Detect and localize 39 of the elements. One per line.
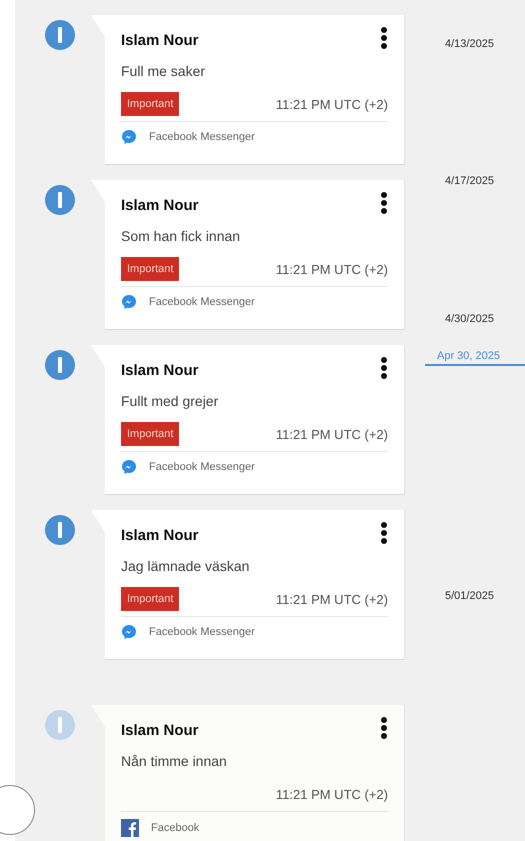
round-control[interactable] [0, 785, 35, 835]
author-name: Islam Nour [121, 720, 199, 738]
more-options-icon[interactable] [380, 192, 388, 214]
message-time: 11:21 PM UTC (+2) [276, 426, 388, 442]
author-name: Islam Nour [121, 196, 199, 214]
source-label: Facebook Messenger [149, 626, 255, 638]
more-options-icon[interactable] [380, 357, 388, 379]
more-options-icon[interactable] [380, 717, 388, 739]
important-tag: Important [121, 257, 180, 281]
facebook-icon [121, 819, 139, 837]
important-tag: Important [121, 587, 180, 611]
author-name: Islam Nour [121, 30, 199, 48]
timeline-date: 5/01/2025 [445, 590, 494, 602]
messenger-icon [121, 129, 137, 145]
important-tag: Important [121, 422, 180, 446]
author-name: Islam Nour [121, 526, 199, 544]
timeline-date: 4/30/2025 [445, 313, 494, 325]
timeline-date: 4/13/2025 [445, 38, 494, 50]
message-time: 11:21 PM UTC (+2) [276, 592, 388, 606]
message-time: 11:21 PM UTC (+2) [276, 262, 388, 276]
more-options-icon[interactable] [380, 27, 388, 49]
message-text: Nån timme innan [121, 753, 228, 769]
messenger-icon [121, 459, 137, 475]
message-text: Full me saker [121, 63, 206, 79]
message-time: 11:21 PM UTC (+2) [276, 786, 388, 802]
important-tag: Important [121, 92, 180, 116]
message-text: Som han fick innan [121, 228, 242, 244]
message-text: Jag lämnade väskan [121, 558, 250, 574]
message-text: Fullt med grejer [121, 393, 220, 409]
author-name: Islam Nour [121, 360, 199, 378]
more-options-icon[interactable] [380, 522, 388, 544]
source-label: Facebook [151, 822, 200, 834]
source-label: Facebook Messenger [149, 296, 255, 308]
messenger-icon [121, 624, 137, 640]
source-label: Facebook Messenger [149, 461, 255, 473]
source-label: Facebook Messenger [149, 131, 255, 143]
messenger-icon [121, 294, 137, 310]
timeline-date: 4/17/2025 [445, 175, 494, 187]
message-time: 11:21 PM UTC (+2) [276, 96, 388, 112]
